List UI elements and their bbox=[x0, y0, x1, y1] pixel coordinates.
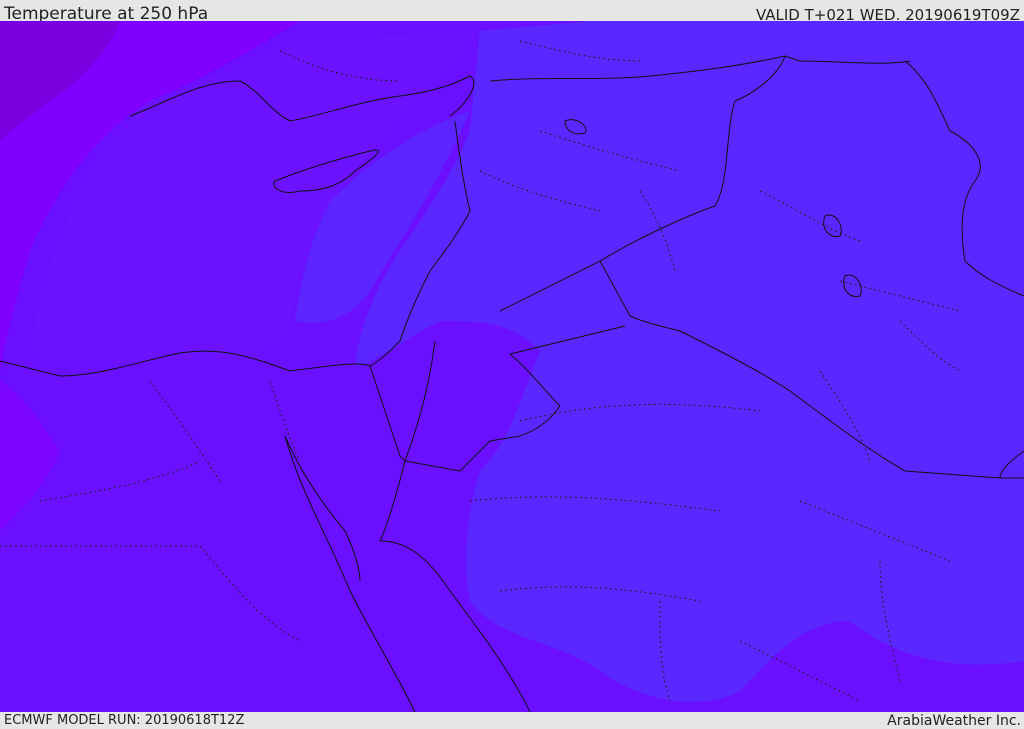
model-run-label: ECMWF MODEL RUN: 20190618T12Z bbox=[4, 713, 245, 728]
temperature-map[interactable] bbox=[0, 21, 1024, 712]
credit-label: ArabiaWeather Inc. bbox=[887, 713, 1021, 729]
